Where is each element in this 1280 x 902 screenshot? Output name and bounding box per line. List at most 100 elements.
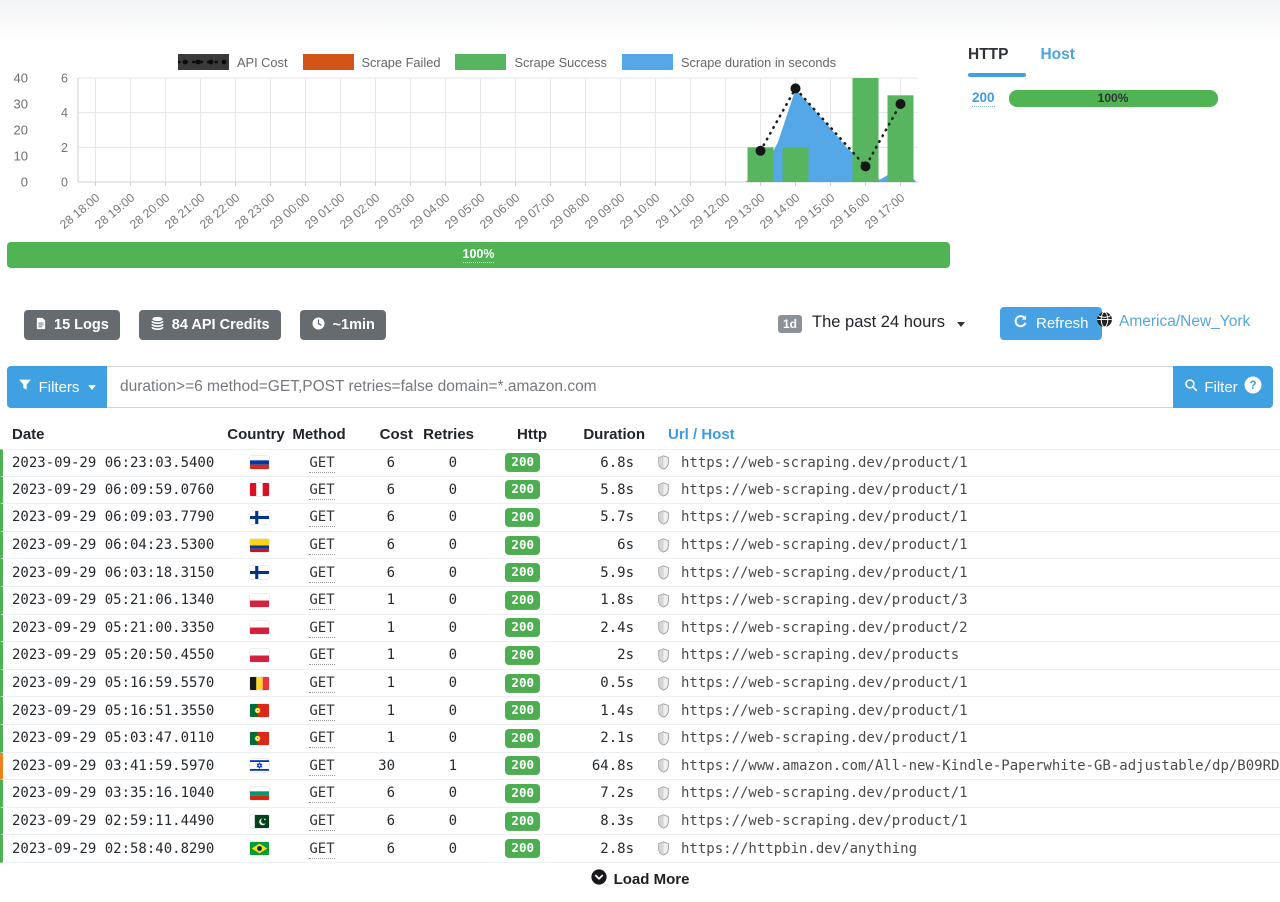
http-status-badge[interactable]: 200: [505, 591, 540, 610]
retries-value: 0: [416, 703, 481, 719]
legend-item[interactable]: Scrape Success: [455, 54, 606, 70]
url-link[interactable]: https://web-scraping.dev/products: [681, 647, 959, 663]
shield-icon: [648, 593, 678, 608]
method-link[interactable]: GET: [309, 509, 334, 527]
chevron-down-icon: [88, 385, 96, 390]
country-flag-icon: [230, 704, 288, 717]
legend-swatch-icon: [455, 54, 506, 70]
url-link[interactable]: https://web-scraping.dev/product/1: [681, 565, 968, 581]
method-link[interactable]: GET: [309, 703, 334, 721]
svg-text:?: ?: [1249, 380, 1256, 392]
url-link[interactable]: https://web-scraping.dev/product/1: [681, 813, 968, 829]
cost-value: 1: [356, 620, 416, 636]
load-more-label: Load More: [614, 871, 690, 888]
table-body: 2023-09-29 06:23:03.5400 GET 6 0 200 6.8…: [0, 449, 1280, 863]
x-axis-label: 29 17:00: [862, 190, 908, 231]
api-cost-marker: [756, 146, 766, 156]
shield-icon: [648, 648, 678, 663]
url-link[interactable]: https://web-scraping.dev/product/1: [681, 537, 968, 553]
help-icon[interactable]: ?: [1244, 376, 1262, 399]
shield-icon: [648, 510, 678, 525]
http-status-badge[interactable]: 200: [505, 480, 540, 499]
http-200-distribution-bar: 100%: [1009, 90, 1218, 107]
http-status-badge[interactable]: 200: [505, 729, 540, 748]
top-gradient: [0, 0, 1280, 42]
http-status-badge[interactable]: 200: [505, 508, 540, 527]
url-link[interactable]: https://web-scraping.dev/product/1: [681, 675, 968, 691]
column-header-retries: Retries: [413, 426, 478, 443]
method-link[interactable]: GET: [309, 455, 334, 473]
time-range-dropdown[interactable]: The past 24 hours: [812, 313, 965, 332]
http-status-badge[interactable]: 200: [505, 674, 540, 693]
http-status-badge[interactable]: 200: [505, 453, 540, 472]
country-flag-icon: [230, 759, 288, 772]
retries-value: 0: [416, 592, 481, 608]
http-status-badge[interactable]: 200: [505, 646, 540, 665]
country-flag-icon: [230, 456, 288, 469]
method-link[interactable]: GET: [309, 675, 334, 693]
filters-dropdown-button[interactable]: Filters: [7, 366, 107, 408]
method-link[interactable]: GET: [309, 813, 334, 831]
table-row: 2023-09-29 06:09:59.0760 GET 6 0 200 5.8…: [0, 477, 1280, 505]
url-link[interactable]: https://httpbin.dev/anything: [681, 841, 917, 857]
country-flag-icon: [230, 842, 288, 855]
http-status-badge[interactable]: 200: [505, 701, 540, 720]
apply-filter-button[interactable]: Filter ?: [1173, 366, 1273, 408]
filter-query-input[interactable]: [107, 366, 1173, 408]
refresh-label: Refresh: [1036, 315, 1089, 332]
refresh-button[interactable]: Refresh: [1000, 307, 1102, 340]
cost-value: 1: [356, 592, 416, 608]
duration-value: 2.4s: [556, 620, 648, 636]
tab-host[interactable]: Host: [1040, 46, 1074, 64]
method-link[interactable]: GET: [309, 647, 334, 665]
retries-value: 0: [416, 537, 481, 553]
url-link[interactable]: https://web-scraping.dev/product/1: [681, 785, 968, 801]
http-status-badge[interactable]: 200: [505, 784, 540, 803]
legend-item[interactable]: API Cost: [178, 54, 288, 70]
shield-icon: [648, 620, 678, 635]
url-link[interactable]: https://www.amazon.com/All-new-Kindle-Pa…: [681, 758, 1280, 774]
stat-label: ~1min: [333, 317, 375, 333]
url-link[interactable]: https://web-scraping.dev/product/2: [681, 620, 968, 636]
chevron-down-icon: [957, 322, 965, 327]
http-status-badge[interactable]: 200: [505, 536, 540, 555]
url-link[interactable]: https://web-scraping.dev/product/3: [681, 592, 968, 608]
chart-legend: API Cost Scrape Failed Scrape Success Scrap…: [178, 54, 836, 70]
duration-value: 5.9s: [556, 565, 648, 581]
tab-http[interactable]: HTTP: [968, 46, 1008, 64]
method-link[interactable]: GET: [309, 730, 334, 748]
url-link[interactable]: https://web-scraping.dev/product/1: [681, 730, 968, 746]
retries-value: 0: [416, 509, 481, 525]
legend-item[interactable]: Scrape duration in seconds: [622, 54, 836, 70]
url-link[interactable]: https://web-scraping.dev/product/1: [681, 509, 968, 525]
url-link[interactable]: https://web-scraping.dev/product/1: [681, 703, 968, 719]
method-link[interactable]: GET: [309, 565, 334, 583]
http-status-badge[interactable]: 200: [505, 756, 540, 775]
method-link[interactable]: GET: [309, 620, 334, 638]
method-link[interactable]: GET: [309, 537, 334, 555]
retries-value: 0: [416, 455, 481, 471]
http-200-link[interactable]: 200: [972, 90, 995, 107]
method-link[interactable]: GET: [309, 785, 334, 803]
cost-value: 1: [356, 703, 416, 719]
http-status-badge[interactable]: 200: [505, 618, 540, 637]
log-date: 2023-09-29 05:16:51.3550: [3, 703, 230, 719]
method-link[interactable]: GET: [309, 758, 334, 776]
load-more-button[interactable]: Load More: [591, 869, 690, 890]
http-status-badge[interactable]: 200: [505, 839, 540, 858]
filter-bar: Filters Filter ?: [7, 366, 1273, 408]
stat-badge: ~1min: [300, 310, 386, 340]
method-link[interactable]: GET: [309, 841, 334, 859]
method-link[interactable]: GET: [309, 482, 334, 500]
http-status-badge[interactable]: 200: [505, 563, 540, 582]
shield-icon: [648, 814, 678, 829]
timezone-link[interactable]: America/New_York: [1119, 313, 1250, 331]
url-link[interactable]: https://web-scraping.dev/product/1: [681, 455, 968, 471]
legend-label: Scrape Success: [514, 55, 606, 70]
url-link[interactable]: https://web-scraping.dev/product/1: [681, 482, 968, 498]
http-status-badge[interactable]: 200: [505, 812, 540, 831]
method-link[interactable]: GET: [309, 592, 334, 610]
legend-item[interactable]: Scrape Failed: [303, 54, 441, 70]
column-header-url-host[interactable]: Url / Host: [645, 426, 1280, 443]
stats-badges: 15 Logs84 API Credits~1min: [24, 310, 386, 340]
